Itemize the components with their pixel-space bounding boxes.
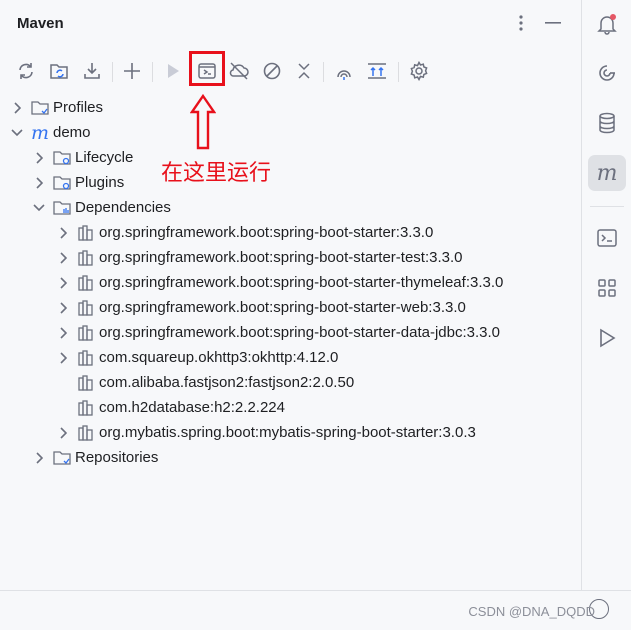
tree-item-plugins[interactable]: Plugins: [32, 170, 124, 195]
dependency-label: org.mybatis.spring.boot:mybatis-spring-b…: [99, 424, 476, 441]
tree-item-label: demo: [53, 124, 91, 141]
tree-item-label: Lifecycle: [75, 149, 134, 166]
annotation-text: 在这里运行: [161, 161, 272, 186]
tree-item-label: Dependencies: [75, 199, 171, 216]
tree-item-label: Profiles: [53, 99, 104, 116]
collapse-icon[interactable]: [291, 58, 317, 84]
settings-icon[interactable]: [406, 58, 432, 84]
library-icon: [76, 324, 96, 342]
dependency-item[interactable]: org.mybatis.spring.boot:mybatis-spring-b…: [56, 420, 476, 445]
services-icon[interactable]: [588, 270, 626, 306]
library-icon: [76, 249, 96, 267]
notifications-icon[interactable]: [588, 6, 626, 42]
tree-item-project-demo[interactable]: m demo: [10, 120, 91, 145]
folder-icon: [52, 449, 72, 467]
show-deps-icon[interactable]: [364, 58, 390, 84]
chevron-placeholder: [56, 376, 70, 390]
folder-icon: [30, 99, 50, 117]
toolbar-separator: [112, 62, 113, 82]
chevron-right-icon[interactable]: [10, 101, 24, 115]
dependency-label: org.springframework.boot:spring-boot-sta…: [99, 299, 466, 316]
toolbar-separator: [398, 62, 399, 82]
dependency-label: com.h2database:h2:2.2.224: [99, 399, 285, 416]
annotation-arrow-icon: [190, 94, 216, 150]
tree-item-lifecycle[interactable]: Lifecycle: [32, 145, 133, 170]
download-icon[interactable]: [79, 58, 105, 84]
maven-project-icon: m: [30, 121, 50, 144]
dependency-item[interactable]: org.springframework.boot:spring-boot-sta…: [56, 295, 466, 320]
dependency-item[interactable]: com.alibaba.fastjson2:fastjson2:2.0.50: [56, 370, 354, 395]
dependency-label: org.springframework.boot:spring-boot-sta…: [99, 249, 463, 266]
reimport-icon[interactable]: [47, 58, 73, 84]
run-icon[interactable]: [160, 58, 186, 84]
chevron-right-icon[interactable]: [56, 351, 70, 365]
toolbar-separator: [323, 62, 324, 82]
maven-toolbar: [0, 56, 581, 88]
watermark: CSDN @DNA_DQDD: [468, 604, 595, 619]
library-icon: [76, 424, 96, 442]
dependencies-folder-icon: [52, 199, 72, 217]
dependency-item[interactable]: org.springframework.boot:spring-boot-sta…: [56, 270, 503, 295]
chevron-right-icon[interactable]: [56, 326, 70, 340]
more-options-icon[interactable]: [510, 12, 532, 34]
lifecycle-folder-icon: [52, 149, 72, 167]
run-tool-icon[interactable]: [588, 320, 626, 356]
chevron-right-icon[interactable]: [56, 301, 70, 315]
chevron-right-icon[interactable]: [56, 226, 70, 240]
panel-title: Maven: [17, 15, 64, 32]
skip-tests-icon[interactable]: [259, 58, 285, 84]
library-icon: [76, 224, 96, 242]
dependency-label: org.springframework.boot:spring-boot-sta…: [99, 324, 501, 341]
tree-item-repositories[interactable]: Repositories: [32, 445, 158, 470]
tree-item-profiles[interactable]: Profiles: [10, 95, 103, 120]
library-icon: [76, 399, 96, 417]
maven-panel: Maven 在这里运行 Profiles m demo Lifecycle Pl…: [0, 0, 581, 590]
chevron-right-icon[interactable]: [56, 276, 70, 290]
minimize-icon[interactable]: [542, 12, 564, 34]
library-icon: [76, 349, 96, 367]
analyze-icon[interactable]: [331, 58, 357, 84]
dependency-item[interactable]: org.springframework.boot:spring-boot-sta…: [56, 220, 433, 245]
dependency-label: org.springframework.boot:spring-boot-sta…: [99, 274, 504, 291]
chevron-right-icon[interactable]: [32, 451, 46, 465]
tree-item-label: Repositories: [75, 449, 159, 466]
chevron-placeholder: [56, 401, 70, 415]
database-icon[interactable]: [588, 105, 626, 141]
offline-icon[interactable]: [226, 58, 252, 84]
dependency-label: com.alibaba.fastjson2:fastjson2:2.0.50: [99, 374, 355, 391]
reload-icon[interactable]: [13, 58, 39, 84]
chevron-right-icon[interactable]: [32, 176, 46, 190]
terminal-icon[interactable]: [588, 220, 626, 256]
dependency-item[interactable]: org.springframework.boot:spring-boot-sta…: [56, 245, 463, 270]
add-icon[interactable]: [119, 58, 145, 84]
dependency-item[interactable]: com.squareup.okhttp3:okhttp:4.12.0: [56, 345, 338, 370]
chevron-right-icon[interactable]: [32, 151, 46, 165]
dependency-item[interactable]: com.h2database:h2:2.2.224: [56, 395, 285, 420]
tree-item-label: Plugins: [75, 174, 125, 191]
chevron-right-icon[interactable]: [56, 251, 70, 265]
dependency-label: com.squareup.okhttp3:okhttp:4.12.0: [99, 349, 339, 366]
ai-assistant-icon[interactable]: [588, 55, 626, 91]
library-icon: [76, 274, 96, 292]
library-icon: [76, 299, 96, 317]
maven-tool-icon[interactable]: m: [588, 155, 626, 191]
dependency-item[interactable]: org.springframework.boot:spring-boot-sta…: [56, 320, 500, 345]
highlight-box: [189, 51, 225, 86]
chevron-down-icon[interactable]: [32, 201, 46, 215]
right-tool-bar: m: [581, 0, 631, 590]
dependency-label: org.springframework.boot:spring-boot-sta…: [99, 224, 434, 241]
library-icon: [76, 374, 96, 392]
toolbar-separator: [152, 62, 153, 82]
chevron-right-icon[interactable]: [56, 426, 70, 440]
tree-item-dependencies[interactable]: Dependencies: [32, 195, 171, 220]
chevron-down-icon[interactable]: [10, 126, 24, 140]
toolbar-divider: [590, 206, 624, 207]
plugins-folder-icon: [52, 174, 72, 192]
